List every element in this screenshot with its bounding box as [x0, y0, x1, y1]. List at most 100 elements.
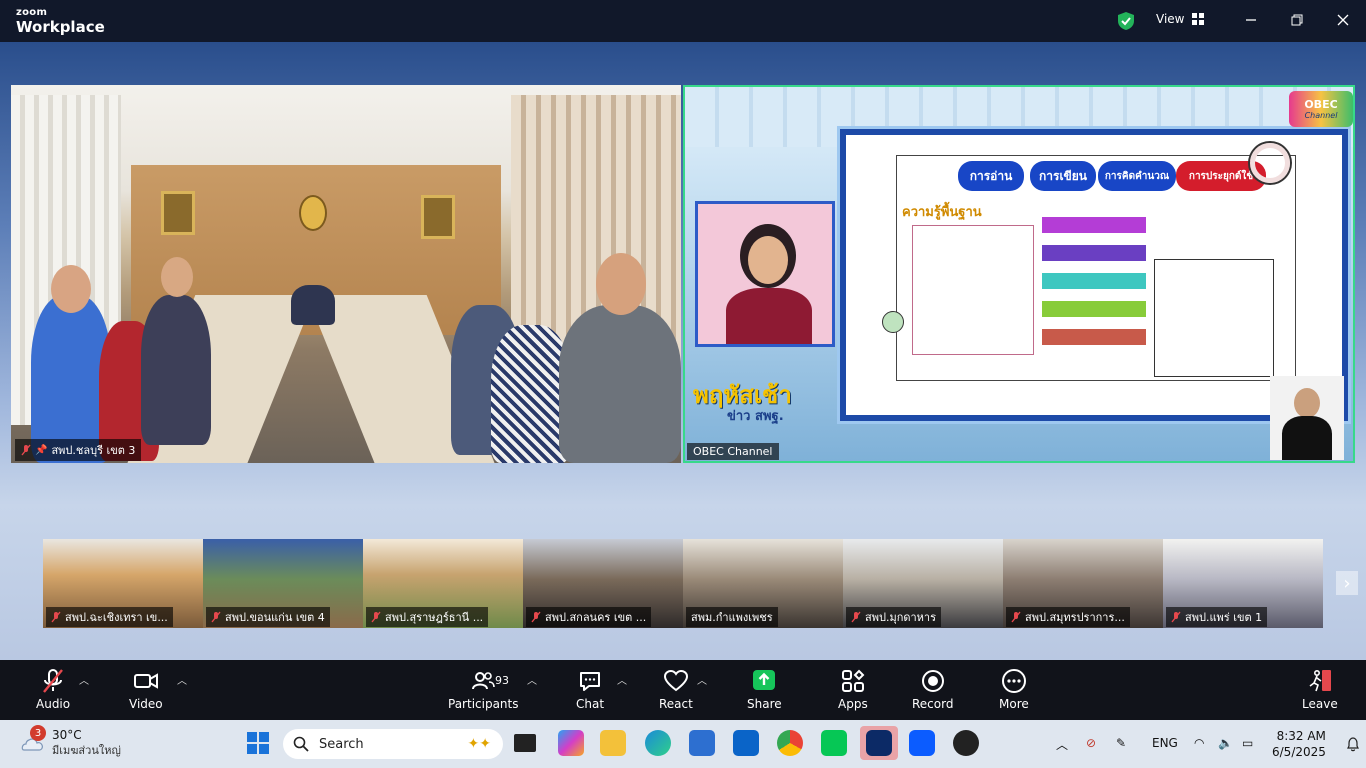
- participant-thumbnail[interactable]: สพป.ขอนแก่น เขต 4: [203, 539, 363, 628]
- outlook-icon[interactable]: [733, 730, 759, 756]
- participant-thumbnail[interactable]: สพป.สกลนคร เขต ...: [523, 539, 683, 628]
- thumbnail-label: สพป.สมุทรปราการ...: [1006, 607, 1130, 627]
- thumbnail-label: สพป.สกลนคร เขต ...: [526, 607, 652, 627]
- thumbnail-label: สพป.แพร่ เขต 1: [1166, 607, 1268, 627]
- thumbnail-name: สพป.สกลนคร เขต ...: [545, 611, 647, 624]
- share-button[interactable]: Share: [747, 668, 782, 711]
- participant-thumbnail[interactable]: สพป.แพร่ เขต 1: [1163, 539, 1323, 628]
- logo-text: OBEC: [1304, 98, 1338, 111]
- restore-icon: [1291, 14, 1303, 26]
- mic-muted-icon: [51, 611, 61, 623]
- minimize-icon: [1246, 19, 1256, 21]
- participant-thumbnail[interactable]: สพป.ฉะเชิงเทรา เข...: [43, 539, 203, 628]
- video-button[interactable]: Video: [129, 668, 163, 711]
- file-explorer-icon[interactable]: [600, 730, 626, 756]
- category-bar: [1042, 329, 1146, 345]
- left-text-box: [912, 225, 1034, 355]
- interpreter-body: [1282, 416, 1332, 460]
- audio-label: Audio: [36, 697, 71, 711]
- participants-count: 93: [495, 674, 509, 687]
- pen-icon[interactable]: ✎: [1116, 736, 1126, 750]
- leave-button[interactable]: Leave: [1302, 668, 1338, 711]
- edge-icon[interactable]: [645, 730, 671, 756]
- volume-icon[interactable]: 🔈: [1218, 736, 1233, 750]
- target-ring-icon: [1250, 143, 1290, 183]
- obec-channel-logo: OBEC Channel: [1289, 91, 1353, 127]
- emblem-icon: [299, 195, 327, 231]
- zoom-taskbar-icon[interactable]: [909, 730, 935, 756]
- presenter-inset: [695, 201, 835, 347]
- pin-icon: 📌: [35, 444, 48, 456]
- search-placeholder: Search: [319, 736, 364, 752]
- audio-button[interactable]: Audio: [36, 668, 70, 711]
- minimize-button[interactable]: [1238, 8, 1264, 32]
- react-options-chevron-icon[interactable]: ︿: [697, 672, 707, 687]
- video-options-chevron-icon[interactable]: ︿: [177, 672, 187, 687]
- meeting-stage: 📌 สพป.ชลบุรี เขต 3 การอ่าน การเขียน การค…: [0, 42, 1366, 660]
- restore-button[interactable]: [1284, 8, 1310, 32]
- presenter-body: [726, 288, 812, 344]
- wifi-icon[interactable]: ◠: [1194, 736, 1204, 750]
- thumbnail-name: สพป.แพร่ เขต 1: [1185, 611, 1263, 624]
- windows-taskbar: 30°C มีเมฆส่วนใหญ่ 3 Search ✦✦ ︿ ⊘ ✎ ENG…: [0, 720, 1366, 768]
- participants-icon: [472, 672, 496, 690]
- taskbar-search[interactable]: Search ✦✦: [283, 729, 503, 759]
- thumbnail-label: สพป.ขอนแก่น เขต 4: [206, 607, 330, 627]
- participant-thumbnail[interactable]: สพป.มุกดาหาร: [843, 539, 1003, 628]
- more-icon: [1001, 669, 1026, 693]
- portrait-right: [421, 195, 455, 239]
- line-icon[interactable]: [821, 730, 847, 756]
- main-video-tile[interactable]: 📌 สพป.ชลบุรี เขต 3: [11, 85, 681, 463]
- search-icon: [293, 736, 309, 752]
- share-screen-icon: [753, 670, 776, 690]
- webex-app-highlight[interactable]: [860, 726, 898, 760]
- next-page-button[interactable]: ›: [1336, 571, 1358, 595]
- participants-label: Participants: [448, 697, 519, 711]
- chrome-icon[interactable]: [777, 730, 803, 756]
- show-title: พฤหัสเช้า: [693, 381, 792, 409]
- notification-bell-icon[interactable]: [1346, 736, 1360, 752]
- weather-desc: มีเมฆส่วนใหญ่: [52, 744, 121, 757]
- language-indicator[interactable]: ENG: [1152, 736, 1178, 750]
- task-view-icon[interactable]: [514, 734, 536, 752]
- record-button[interactable]: Record: [912, 668, 953, 711]
- more-button[interactable]: More: [999, 668, 1029, 711]
- video-label: Video: [129, 697, 163, 711]
- chat-options-chevron-icon[interactable]: ︿: [617, 672, 627, 687]
- participant-thumbnail[interactable]: สพม.กำแพงเพชร: [683, 539, 843, 628]
- thumbnail-name: สพป.มุกดาหาร: [865, 611, 937, 624]
- brand-top: zoom: [16, 7, 48, 18]
- react-button[interactable]: React: [659, 668, 693, 711]
- apps-button[interactable]: Apps: [838, 668, 868, 711]
- mic-muted-icon: [371, 611, 381, 623]
- battery-icon[interactable]: ▭: [1242, 736, 1253, 750]
- audio-options-chevron-icon[interactable]: ︿: [79, 672, 89, 687]
- circle-marker-icon: [882, 311, 904, 333]
- clock-date: 6/5/2025: [1272, 745, 1326, 759]
- start-button[interactable]: [245, 730, 271, 756]
- logo-subtext: Channel: [1304, 111, 1338, 120]
- store-icon[interactable]: [689, 730, 715, 756]
- close-button[interactable]: [1330, 8, 1356, 32]
- copilot-icon[interactable]: [558, 730, 584, 756]
- participant-head: [51, 265, 91, 313]
- close-icon: [1337, 14, 1349, 26]
- right-text-box: [1154, 259, 1274, 377]
- leave-icon: [1309, 669, 1331, 692]
- participants-options-chevron-icon[interactable]: ︿: [527, 672, 537, 687]
- grid-icon: [1192, 13, 1205, 25]
- tray-status-icon[interactable]: ⊘: [1086, 736, 1096, 750]
- shared-video-tile[interactable]: การอ่าน การเขียน การคิดคำนวณ การประยุกต์…: [683, 85, 1355, 463]
- participant-thumbnail[interactable]: สพป.สมุทรปราการ...: [1003, 539, 1163, 628]
- tray-overflow-chevron-icon[interactable]: ︿: [1056, 736, 1068, 753]
- chat-button[interactable]: Chat: [576, 668, 604, 711]
- portrait-left: [161, 191, 195, 235]
- mic-muted-icon: [211, 611, 221, 623]
- participant-thumbnail[interactable]: สพป.สุราษฎร์ธานี ...: [363, 539, 523, 628]
- shield-check-icon[interactable]: [1117, 11, 1135, 31]
- sign-language-interpreter: [1270, 376, 1344, 460]
- view-button[interactable]: View: [1156, 12, 1205, 26]
- sparkle-icon: ✦✦: [467, 736, 491, 752]
- system-clock[interactable]: 8:32 AM 6/5/2025: [1272, 728, 1326, 760]
- media-player-icon[interactable]: [953, 730, 979, 756]
